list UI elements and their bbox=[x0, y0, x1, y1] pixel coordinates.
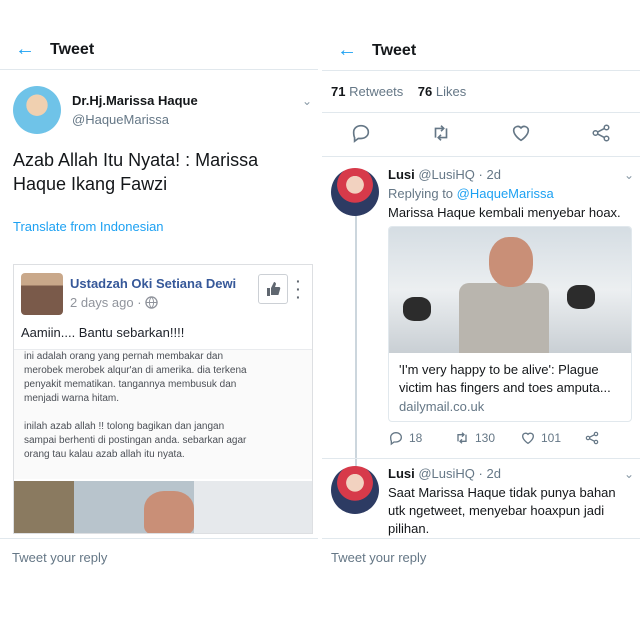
embedded-facebook-post[interactable]: Ustadzah Oki Setiana Dewi 2 days ago · ·… bbox=[13, 264, 313, 534]
retweet-label[interactable]: Retweets bbox=[349, 84, 403, 99]
chevron-down-icon[interactable]: ⌄ bbox=[624, 467, 634, 481]
avatar[interactable] bbox=[331, 466, 379, 514]
post-screenshot: ini adalah orang yang pernah membakar da… bbox=[14, 349, 312, 479]
reply-button[interactable]: 18 bbox=[388, 430, 422, 446]
share-button[interactable] bbox=[584, 430, 600, 446]
post-photo bbox=[14, 481, 312, 533]
more-options-icon[interactable]: · · · bbox=[296, 274, 301, 304]
link-domain: dailymail.co.uk bbox=[399, 399, 485, 414]
screenshot-line: orang tau kalau azab allah itu nyata. bbox=[24, 449, 185, 460]
divider bbox=[322, 112, 640, 113]
reply-icon bbox=[389, 431, 403, 446]
divider bbox=[322, 458, 640, 459]
like-count[interactable]: 76 bbox=[418, 84, 432, 99]
reply-author[interactable]: Lusi @LusiHQ · 2d bbox=[388, 466, 501, 481]
like-label[interactable]: Likes bbox=[436, 84, 466, 99]
retweet-count: 130 bbox=[475, 431, 496, 445]
translate-link[interactable]: Translate from Indonesian bbox=[13, 219, 164, 234]
post-author: Ustadzah Oki Setiana Dewi bbox=[70, 276, 237, 291]
chevron-down-icon[interactable]: ⌄ bbox=[302, 94, 312, 108]
header-bar: ← Tweet bbox=[0, 30, 318, 70]
arrow-left-icon[interactable]: ← bbox=[322, 39, 372, 62]
like-thumb-icon[interactable] bbox=[258, 274, 288, 304]
left-tweet-panel: ← Tweet Dr.Hj.Marissa Haque @HaqueMariss… bbox=[0, 0, 318, 640]
retweet-button[interactable]: 130 bbox=[454, 430, 495, 446]
avatar[interactable] bbox=[331, 168, 379, 216]
reply-text: Saat Marissa Haque tidak punya bahan utk… bbox=[388, 485, 616, 536]
globe-icon bbox=[145, 296, 158, 309]
link-preview-card[interactable]: 'I'm very happy to be alive': Plague vic… bbox=[388, 226, 632, 422]
tweet-actions bbox=[322, 116, 640, 150]
link-preview-image bbox=[389, 227, 631, 353]
thread-line bbox=[355, 214, 357, 474]
screenshot-line: inilah azab allah !! tolong bagikan dan … bbox=[24, 421, 225, 432]
share-icon[interactable] bbox=[590, 122, 612, 144]
reply-author[interactable]: Lusi @LusiHQ · 2d bbox=[388, 167, 501, 182]
heart-icon[interactable] bbox=[510, 122, 532, 144]
retweet-count[interactable]: 71 bbox=[331, 84, 345, 99]
retweet-icon[interactable] bbox=[430, 122, 452, 144]
retweet-icon bbox=[457, 432, 467, 444]
like-count: 101 bbox=[541, 431, 562, 445]
reply-text: Marissa Haque kembali menyebar hoax. bbox=[388, 205, 621, 220]
reply-icon[interactable] bbox=[350, 122, 372, 144]
avatar[interactable] bbox=[13, 86, 61, 134]
tweet-text: Azab Allah Itu Nyata! : Marissa Haque Ik… bbox=[13, 150, 259, 194]
post-time: 2 days ago · bbox=[70, 295, 158, 310]
reply-author-name: Lusi bbox=[388, 466, 415, 481]
page-title: Tweet bbox=[372, 41, 417, 59]
like-button[interactable]: 101 bbox=[520, 430, 561, 446]
reply-time: · 2d bbox=[478, 167, 501, 182]
screenshot-line: ini adalah orang yang pernah membakar da… bbox=[24, 351, 224, 362]
arrow-left-icon[interactable]: ← bbox=[0, 38, 50, 61]
replying-prefix: Replying to bbox=[388, 186, 454, 201]
page-title: Tweet bbox=[50, 40, 95, 58]
chevron-down-icon[interactable]: ⌄ bbox=[624, 168, 634, 182]
reply-author-handle: @LusiHQ bbox=[418, 167, 475, 182]
reply-count: 18 bbox=[409, 431, 423, 445]
replying-handle-link[interactable]: @HaqueMarissa bbox=[457, 186, 554, 201]
heart-icon bbox=[521, 432, 535, 445]
post-time-text: 2 days ago bbox=[70, 295, 134, 310]
screenshot-line: sampai berhenti di postingan anda. sebar… bbox=[24, 435, 247, 446]
reply-actions: 18 130 101 bbox=[388, 430, 632, 450]
avatar bbox=[21, 273, 63, 315]
reply-time: · 2d bbox=[478, 466, 501, 481]
screenshot-line: merobek merobek alqur'an di amerika. dia… bbox=[24, 365, 247, 376]
reply-input[interactable]: Tweet your reply bbox=[322, 538, 640, 576]
link-title: 'I'm very happy to be alive': Plague vic… bbox=[399, 362, 611, 395]
divider bbox=[322, 156, 640, 157]
tweet-stats: 71 Retweets 76 Likes bbox=[331, 84, 466, 99]
screenshot-line: penyakit mematikan. tangannya membusuk d… bbox=[24, 379, 237, 390]
share-icon bbox=[585, 431, 599, 445]
replying-to: Replying to @HaqueMarissa bbox=[388, 186, 554, 201]
author-handle[interactable]: @HaqueMarissa bbox=[72, 112, 169, 127]
header-bar: ← Tweet bbox=[322, 31, 640, 71]
reply-input[interactable]: Tweet your reply bbox=[0, 538, 318, 576]
screenshot-line: menjadi warna hitam. bbox=[24, 393, 120, 404]
right-tweet-panel: ← Tweet 71 Retweets 76 Likes Lusi @LusiH… bbox=[322, 0, 640, 640]
reply-author-name: Lusi bbox=[388, 167, 415, 182]
author-name[interactable]: Dr.Hj.Marissa Haque bbox=[72, 93, 198, 108]
reply-author-handle: @LusiHQ bbox=[418, 466, 475, 481]
post-text: Aamiin.... Bantu sebarkan!!!! bbox=[21, 325, 185, 340]
